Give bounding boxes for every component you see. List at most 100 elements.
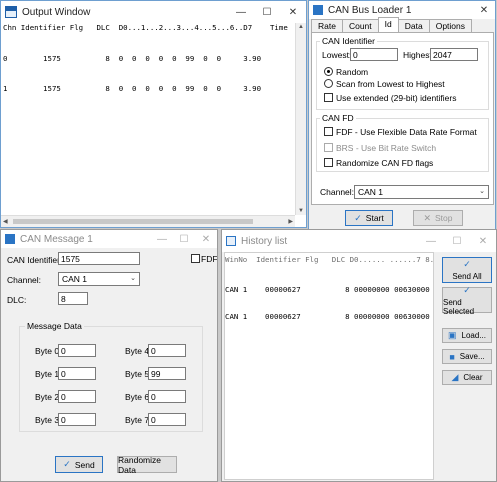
output-rows: 0 1575 8 0 0 0 0 0 99 0 0 3.90 1 1575 8 …	[3, 34, 261, 114]
scan-radio[interactable]	[324, 79, 333, 88]
chevron-down-icon: ⌄	[130, 275, 136, 282]
tab-id[interactable]: Id	[377, 17, 399, 32]
channel-select[interactable]: CAN 1 ⌄	[58, 272, 140, 286]
extended-id-checkbox[interactable]	[324, 93, 333, 102]
message-data-label: Message Data	[25, 321, 84, 331]
fdf-label[interactable]: FDF	[201, 254, 217, 264]
load-button[interactable]: ▣ Load...	[442, 328, 492, 343]
byte-6-label: Byte 6	[125, 392, 150, 402]
randomize-data-button[interactable]: Randomize Data	[117, 455, 177, 475]
can-message-icon	[5, 234, 15, 244]
byte-7-input[interactable]: 0	[148, 413, 186, 426]
send-all-label: Send All	[452, 272, 482, 281]
close-icon[interactable]: ✕	[280, 1, 306, 23]
history-row[interactable]: CAN 1 00000627 8 00000000 00630000	[225, 285, 430, 294]
output-window-title: Output Window	[22, 6, 91, 18]
tab-data[interactable]: Data	[397, 19, 430, 32]
close-icon[interactable]: ✕	[195, 230, 217, 248]
save-button[interactable]: ■ Save...	[442, 349, 492, 364]
fdf-checkbox[interactable]	[191, 254, 200, 263]
close-icon[interactable]: ✕	[470, 230, 496, 252]
stop-button[interactable]: ✕ Stop	[413, 210, 463, 226]
byte-2-input[interactable]: 0	[58, 390, 96, 403]
bus-loader-window: CAN Bus Loader 1 ✕ Rate Count Id Data Op…	[308, 0, 496, 230]
history-title: History list	[241, 235, 288, 247]
output-column-header: Chn Identifier Flg DLC D0...1...2...3...…	[3, 23, 288, 32]
random-label[interactable]: Random	[336, 67, 368, 77]
window-app-icon	[5, 6, 17, 18]
highest-input[interactable]: 2047	[430, 48, 478, 61]
bus-loader-tabs: Rate Count Id Data Options	[311, 17, 473, 32]
byte-7-label: Byte 7	[125, 415, 150, 425]
history-rows: CAN 1 00000627 8 00000000 00630000 CAN 1…	[225, 267, 430, 339]
start-button[interactable]: ✓ Start	[345, 210, 393, 226]
brs-checkbox[interactable]	[324, 143, 333, 152]
dlc-input[interactable]: 8	[58, 292, 88, 305]
can-message-title: CAN Message 1	[20, 233, 93, 245]
byte-5-input[interactable]: 99	[148, 367, 186, 380]
byte-4-input[interactable]: 0	[148, 344, 186, 357]
byte-0-input[interactable]: 0	[58, 344, 96, 357]
channel-select[interactable]: CAN 1 ⌄	[354, 185, 489, 199]
canfd-group-title: CAN FD	[320, 113, 356, 123]
minimize-icon[interactable]: —	[228, 1, 254, 23]
scroll-up-icon[interactable]: ▲	[298, 24, 304, 30]
send-all-button[interactable]: ✓ Send All	[442, 257, 492, 283]
minimize-icon[interactable]: —	[151, 230, 173, 248]
tab-options[interactable]: Options	[428, 19, 473, 32]
horizontal-scrollbar[interactable]: ◀ ▶	[1, 215, 295, 227]
random-radio[interactable]	[324, 67, 333, 76]
x-icon: ✕	[423, 212, 432, 223]
randomize-fd-checkbox[interactable]	[324, 158, 333, 167]
byte-6-input[interactable]: 0	[148, 390, 186, 403]
byte-2-label: Byte 2	[35, 392, 60, 402]
scroll-down-icon[interactable]: ▼	[298, 208, 304, 214]
scroll-left-icon[interactable]: ◀	[3, 218, 8, 225]
can-message-titlebar[interactable]: CAN Message 1 — ☐ ✕	[1, 230, 217, 248]
send-selected-label: Send Selected	[443, 297, 475, 316]
byte-5-label: Byte 5	[125, 369, 150, 379]
start-button-label: Start	[365, 213, 384, 223]
fdf-checkbox[interactable]	[324, 127, 333, 136]
maximize-icon[interactable]: ☐	[444, 230, 470, 252]
lowest-input[interactable]: 0	[350, 48, 398, 61]
byte-1-input[interactable]: 0	[58, 367, 96, 380]
channel-label: Channel:	[7, 275, 42, 285]
eraser-icon: ◢	[451, 372, 459, 382]
fdf-label[interactable]: FDF - Use Flexible Data Rate Format	[336, 127, 477, 137]
send-selected-button[interactable]: ✓ Send Selected	[442, 285, 492, 316]
lowest-label: Lowest:	[322, 50, 352, 60]
folder-icon: ▣	[448, 330, 457, 340]
byte-3-label: Byte 3	[35, 415, 60, 425]
close-icon[interactable]: ✕	[473, 1, 495, 19]
history-row[interactable]: CAN 1 00000627 8 00000000 00630000	[225, 312, 430, 321]
can-identifier-input[interactable]: 1575	[58, 252, 140, 265]
channel-label: Channel:	[320, 187, 355, 197]
output-row[interactable]: 1 1575 8 0 0 0 0 0 99 0 0 3.90	[3, 84, 261, 94]
history-icon	[226, 236, 236, 246]
bus-loader-title: CAN Bus Loader 1	[328, 4, 412, 16]
output-row[interactable]: 0 1575 8 0 0 0 0 0 99 0 0 3.90	[3, 54, 261, 64]
bus-loader-titlebar[interactable]: CAN Bus Loader 1 ✕	[309, 1, 495, 19]
maximize-icon[interactable]: ☐	[173, 230, 195, 248]
extended-id-label[interactable]: Use extended (29-bit) identifiers	[336, 93, 456, 103]
history-list[interactable]: WinNo Identifier Flg DLC D0...... ......…	[224, 252, 434, 480]
maximize-icon[interactable]: ☐	[254, 1, 280, 23]
check-icon: ✓	[354, 212, 362, 223]
send-button[interactable]: ✓ Send	[55, 456, 103, 473]
save-icon: ■	[449, 351, 455, 362]
scan-label[interactable]: Scan from Lowest to Highest	[336, 79, 445, 89]
randomize-fd-label[interactable]: Randomize CAN FD flags	[336, 158, 433, 168]
minimize-icon[interactable]: —	[418, 230, 444, 252]
history-column-header: WinNo Identifier Flg DLC D0...... ......…	[225, 255, 435, 264]
output-window-titlebar[interactable]: Output Window — ☐ ✕	[1, 1, 306, 23]
can-identifier-group-title: CAN Identifier	[320, 36, 377, 46]
tab-rate[interactable]: Rate	[311, 19, 343, 32]
tab-count[interactable]: Count	[341, 19, 379, 32]
scroll-right-icon[interactable]: ▶	[288, 218, 293, 225]
scroll-thumb[interactable]	[13, 219, 253, 224]
history-titlebar[interactable]: History list — ☐ ✕	[222, 230, 496, 252]
clear-button[interactable]: ◢ Clear	[442, 370, 492, 385]
byte-3-input[interactable]: 0	[58, 413, 96, 426]
vertical-scrollbar[interactable]: ▲ ▼	[295, 23, 306, 215]
